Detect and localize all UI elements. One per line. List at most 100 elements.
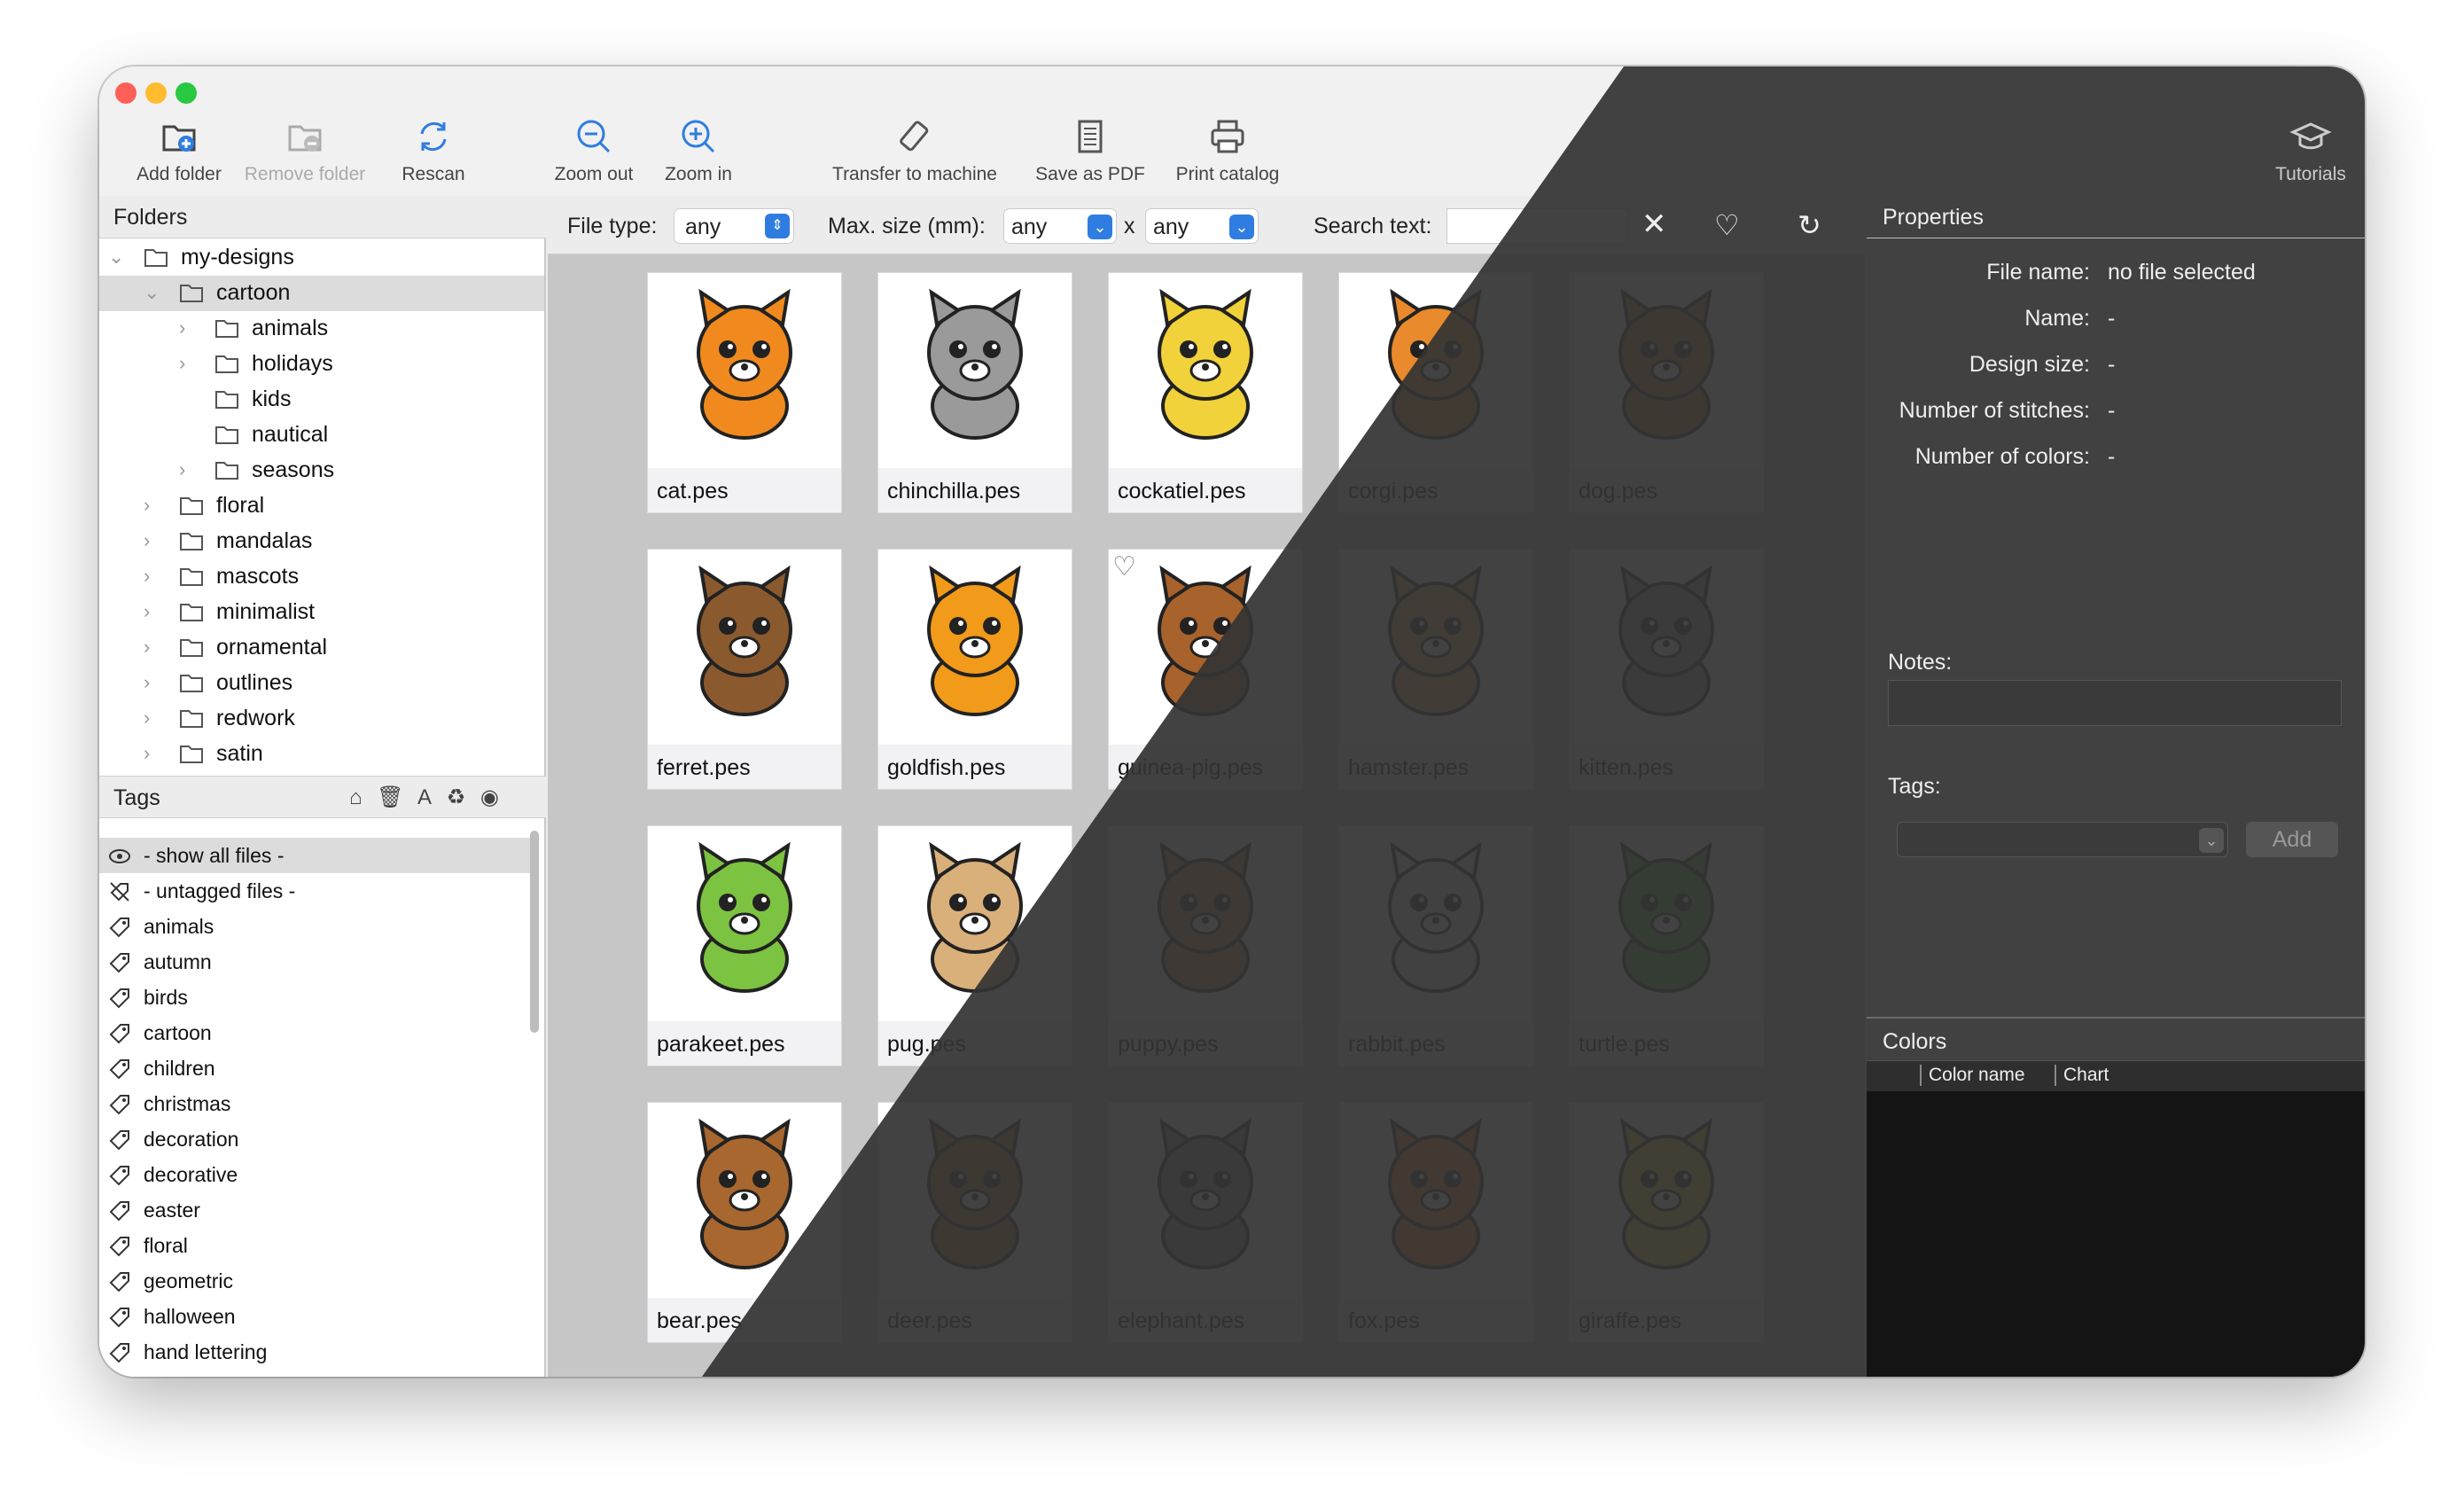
- tag-item[interactable]: children: [99, 1050, 534, 1086]
- new-tag-icon[interactable]: ⌂: [349, 785, 363, 809]
- file-card[interactable]: pug.pes: [877, 825, 1072, 1066]
- add-tag-button[interactable]: Add: [2246, 822, 2338, 857]
- tutorials-button[interactable]: Tutorials: [2262, 114, 2359, 185]
- tag-item[interactable]: - show all files -: [99, 838, 534, 873]
- tag-item[interactable]: floral: [99, 1228, 534, 1263]
- zoom-window-button[interactable]: [175, 82, 197, 104]
- tag-item[interactable]: decorative: [99, 1157, 534, 1192]
- tag-item[interactable]: - untagged files -: [99, 873, 534, 909]
- folder-item[interactable]: › seasons: [99, 453, 544, 488]
- folder-item[interactable]: kids: [99, 382, 544, 418]
- file-card[interactable]: parakeet.pes: [647, 825, 842, 1066]
- favorite-heart-icon[interactable]: ♡: [1112, 551, 1136, 582]
- notes-field[interactable]: [1888, 680, 2342, 726]
- folder-item[interactable]: › ornamental: [99, 630, 544, 666]
- chevron-right-icon[interactable]: ›: [144, 742, 150, 765]
- rescan-button[interactable]: Rescan: [385, 114, 482, 185]
- file-card[interactable]: hamster.pes: [1338, 549, 1533, 790]
- search-input[interactable]: [1446, 208, 1629, 244]
- chevron-right-icon[interactable]: ›: [144, 529, 150, 552]
- file-card[interactable]: dog.pes: [1569, 272, 1764, 513]
- folder-item[interactable]: › floral: [99, 488, 544, 524]
- file-card[interactable]: bear.pes: [647, 1102, 842, 1343]
- file-card[interactable]: guinea-pig.pes ♡: [1108, 549, 1303, 790]
- tag-label: animals: [144, 915, 214, 938]
- file-card[interactable]: cat.pes: [647, 272, 842, 513]
- tag-item[interactable]: animals: [99, 909, 534, 944]
- folder-item[interactable]: › animals: [99, 311, 544, 347]
- folder-icon: [180, 285, 203, 302]
- chart-column[interactable]: Chart: [2055, 1065, 2109, 1086]
- refresh-icon[interactable]: ↻: [1797, 208, 1821, 242]
- folder-item[interactable]: › outlines: [99, 666, 544, 701]
- tag-item[interactable]: halloween: [99, 1299, 534, 1334]
- tag-item[interactable]: cartoon: [99, 1015, 534, 1050]
- folder-item[interactable]: ⌄ my-designs: [99, 240, 544, 276]
- tag-item[interactable]: decoration: [99, 1121, 534, 1157]
- folder-item[interactable]: › holidays: [99, 347, 544, 382]
- print-catalog-button[interactable]: Print catalog: [1159, 114, 1296, 185]
- folder-item[interactable]: › minimalist: [99, 595, 544, 630]
- file-card[interactable]: goldfish.pes: [877, 549, 1072, 790]
- tag-item[interactable]: autumn: [99, 944, 534, 980]
- chevron-down-icon[interactable]: ⌄: [108, 246, 124, 269]
- chevron-right-icon[interactable]: ›: [144, 565, 150, 588]
- zoom-out-button[interactable]: Zoom out: [541, 114, 647, 185]
- clear-search-icon[interactable]: ✕: [1641, 207, 1667, 242]
- zoom-in-button[interactable]: Zoom in: [649, 114, 748, 185]
- chevron-right-icon[interactable]: ›: [144, 636, 150, 659]
- tag-label: floral: [144, 1234, 188, 1257]
- chevron-right-icon[interactable]: ›: [144, 671, 150, 694]
- file-card[interactable]: corgi.pes: [1338, 272, 1533, 513]
- file-card[interactable]: kitten.pes: [1569, 549, 1764, 790]
- file-card[interactable]: giraffe.pes: [1569, 1102, 1764, 1343]
- tag-item[interactable]: geometric: [99, 1263, 534, 1299]
- folder-item[interactable]: › satin: [99, 737, 544, 772]
- max-width-select[interactable]: any ⌄: [1003, 208, 1117, 244]
- file-card[interactable]: rabbit.pes: [1338, 825, 1533, 1066]
- delete-tag-icon[interactable]: 🗑: [377, 785, 403, 809]
- folder-item[interactable]: › mascots: [99, 559, 544, 595]
- folder-item[interactable]: nautical: [99, 418, 544, 453]
- file-card[interactable]: puppy.pes: [1108, 825, 1303, 1066]
- tag-select[interactable]: ⌄: [1897, 822, 2228, 857]
- eye-icon[interactable]: ◉: [480, 785, 499, 809]
- file-card[interactable]: deer.pes: [877, 1102, 1072, 1343]
- file-type-select[interactable]: any ⇕: [674, 208, 794, 244]
- tag-item[interactable]: christmas: [99, 1086, 534, 1121]
- recycle-icon[interactable]: ♻: [447, 785, 466, 809]
- chevron-right-icon[interactable]: ›: [144, 494, 150, 517]
- add-folder-button[interactable]: Add folder: [112, 114, 246, 185]
- tag-item[interactable]: birds: [99, 980, 534, 1015]
- tag-item[interactable]: holidays: [99, 1370, 534, 1377]
- color-name-column[interactable]: Color name: [1920, 1065, 2025, 1086]
- transfer-to-machine-button[interactable]: Transfer to machine: [815, 114, 1014, 185]
- design-thumbnail-icon: [927, 1118, 1023, 1269]
- favorite-heart-icon[interactable]: ♡: [1714, 208, 1740, 242]
- file-card[interactable]: elephant.pes: [1108, 1102, 1303, 1343]
- chevron-right-icon[interactable]: ›: [179, 316, 185, 340]
- file-card[interactable]: ferret.pes: [647, 549, 842, 790]
- folder-item[interactable]: › mandalas: [99, 524, 544, 559]
- close-window-button[interactable]: [115, 82, 136, 104]
- minimize-window-button[interactable]: [145, 82, 167, 104]
- tags-scrollbar[interactable]: [530, 831, 539, 1033]
- remove-folder-button[interactable]: Remove folder: [232, 114, 378, 185]
- chevron-right-icon[interactable]: ›: [179, 458, 185, 481]
- folder-item[interactable]: ⌄ cartoon: [99, 276, 544, 311]
- file-card[interactable]: turtle.pes: [1569, 825, 1764, 1066]
- chevron-right-icon[interactable]: ›: [179, 352, 185, 375]
- file-card[interactable]: fox.pes: [1338, 1102, 1533, 1343]
- folder-item[interactable]: › redwork: [99, 701, 544, 737]
- tag-item[interactable]: easter: [99, 1192, 534, 1228]
- chevron-right-icon[interactable]: ›: [144, 707, 150, 730]
- chevron-right-icon[interactable]: ›: [144, 600, 150, 623]
- rename-tag-icon[interactable]: A: [417, 785, 432, 809]
- save-as-pdf-button[interactable]: Save as PDF: [1025, 114, 1156, 185]
- file-card[interactable]: chinchilla.pes: [877, 272, 1072, 513]
- chevron-down-icon[interactable]: ⌄: [144, 281, 160, 304]
- max-height-select[interactable]: any ⌄: [1145, 208, 1259, 244]
- property-value: -: [2108, 398, 2116, 423]
- tag-item[interactable]: hand lettering: [99, 1334, 534, 1370]
- file-card[interactable]: cockatiel.pes: [1108, 272, 1303, 513]
